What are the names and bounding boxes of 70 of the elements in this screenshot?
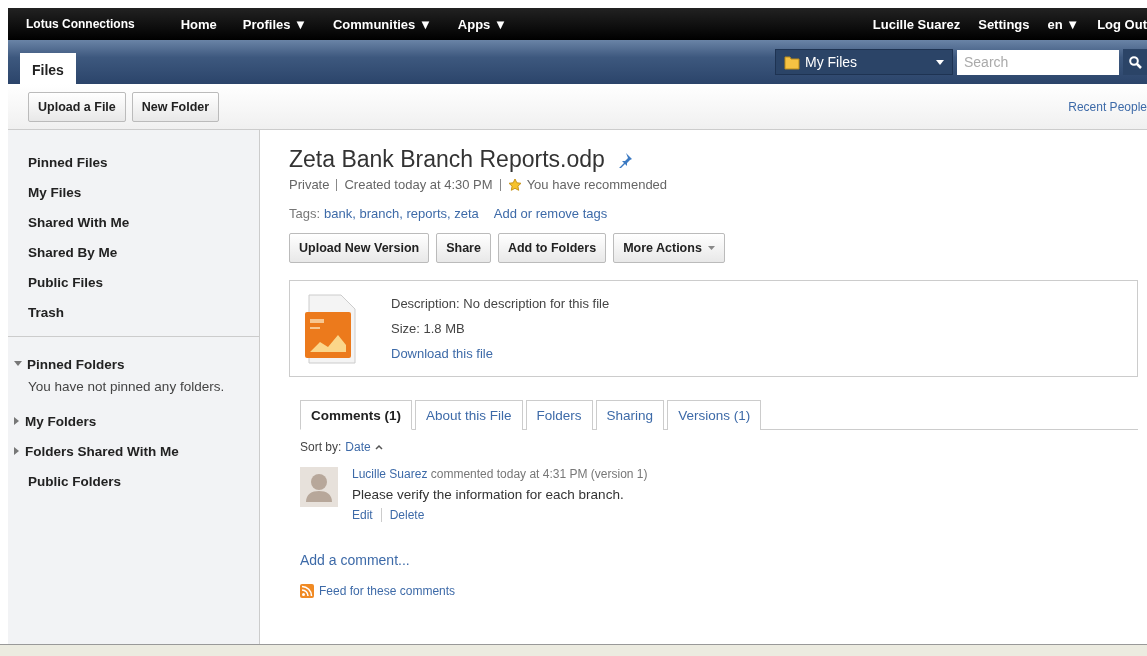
detail-tab[interactable]: Comments (1) <box>300 400 412 430</box>
user-menu-link[interactable]: en ▼ <box>1047 16 1080 32</box>
file-size: Size: 1.8 MB <box>391 321 466 336</box>
file-description: Description: No description for this file <box>391 296 610 311</box>
person-silhouette-icon <box>306 472 332 502</box>
presentation-file-icon <box>304 293 356 364</box>
action-button[interactable]: Upload New Version <box>289 233 430 263</box>
created-date: Created today at 4:30 PM <box>344 177 493 192</box>
sidebar-item[interactable]: My Files <box>8 184 259 214</box>
sidebar-item[interactable]: Public Files <box>8 274 259 304</box>
collapsed-triangle-icon[interactable] <box>14 417 20 425</box>
user-menu-link[interactable]: Log Out <box>1097 16 1147 32</box>
comment-text: Please verify the information for each branch. <box>352 487 625 502</box>
detail-tab[interactable]: Folders <box>525 400 593 430</box>
visibility-label: Private <box>289 177 330 192</box>
nav-link[interactable]: Communities ▼ <box>332 16 432 32</box>
caret-icon <box>936 59 944 65</box>
sidebar-section-title[interactable]: My Folders <box>25 413 97 429</box>
author-link[interactable]: Lucille Suarez <box>352 467 428 481</box>
expanded-triangle-icon[interactable] <box>14 361 22 367</box>
scope-dropdown[interactable]: My Files <box>775 49 953 75</box>
detail-tab[interactable]: Versions (1) <box>667 400 762 430</box>
detail-tab[interactable]: About this File <box>415 400 523 430</box>
file-title: Zeta Bank Branch Reports.odp <box>289 146 605 173</box>
toolbar-button[interactable]: New Folder <box>131 91 220 122</box>
nav-link[interactable]: Home <box>180 16 217 32</box>
sidebar-section-title[interactable]: Public Folders <box>28 473 122 489</box>
sort-option[interactable]: Date <box>345 440 371 454</box>
search-field[interactable]: Search <box>957 49 1119 75</box>
sort-label: Sort by: <box>300 440 342 454</box>
sidebar-section-title[interactable]: Pinned Folders <box>27 356 125 372</box>
collapsed-triangle-icon[interactable] <box>14 447 20 455</box>
tag-link[interactable]: zeta <box>454 206 479 221</box>
user-menu-link[interactable]: Lucille Suarez <box>872 16 961 32</box>
recent-people-link[interactable]: Recent People <box>1068 99 1147 114</box>
tag-link[interactable]: branch, <box>359 206 403 221</box>
empty-message: You have not pinned any folders. <box>27 379 226 396</box>
detail-tab[interactable]: Sharing <box>595 400 665 430</box>
download-link[interactable]: Download this file <box>391 346 610 361</box>
action-button[interactable]: More Actions <box>613 233 725 263</box>
folder-icon <box>784 54 800 70</box>
action-button[interactable]: Share <box>436 233 491 263</box>
search-button[interactable] <box>1123 49 1147 75</box>
tag-link[interactable]: bank, <box>324 206 356 221</box>
add-comment-link[interactable]: Add a comment... <box>300 552 410 568</box>
sidebar-item[interactable]: Shared By Me <box>8 244 259 274</box>
search-icon <box>1128 55 1142 69</box>
comment-header: Lucille Suarez commented today at 4:31 PM (version 1) <box>352 467 648 481</box>
toolbar-button[interactable]: Upload a File <box>28 91 126 122</box>
tag-link[interactable]: reports, <box>406 206 451 221</box>
nav-link[interactable]: Apps ▼ <box>457 16 507 32</box>
sidebar-item[interactable]: Pinned Files <box>8 154 259 184</box>
recommendation-status: You have recommended <box>526 177 668 192</box>
chevron-up-icon[interactable] <box>374 444 383 450</box>
sidebar-item[interactable]: Shared With Me <box>8 214 259 244</box>
sidebar-item[interactable]: Trash <box>8 304 259 334</box>
comment-action-link[interactable]: Delete <box>380 508 425 522</box>
feed-link[interactable]: Feed for these comments <box>319 584 456 598</box>
user-menu-link[interactable]: Settings <box>978 16 1030 32</box>
sidebar-section-title[interactable]: Folders Shared With Me <box>25 443 179 459</box>
edit-tags-link[interactable]: Add or remove tags <box>493 206 608 221</box>
caret-icon <box>707 246 715 250</box>
star-icon[interactable] <box>507 177 522 192</box>
tags-label: Tags: <box>289 206 321 221</box>
comment-action-link[interactable]: Edit <box>352 508 373 522</box>
nav-link[interactable]: Profiles ▼ <box>242 16 307 32</box>
app-tab[interactable]: Files <box>20 53 76 84</box>
product-name[interactable]: Lotus Connections <box>26 17 135 31</box>
action-button[interactable]: Add to Folders <box>497 233 607 263</box>
rss-feed-icon <box>300 584 314 598</box>
